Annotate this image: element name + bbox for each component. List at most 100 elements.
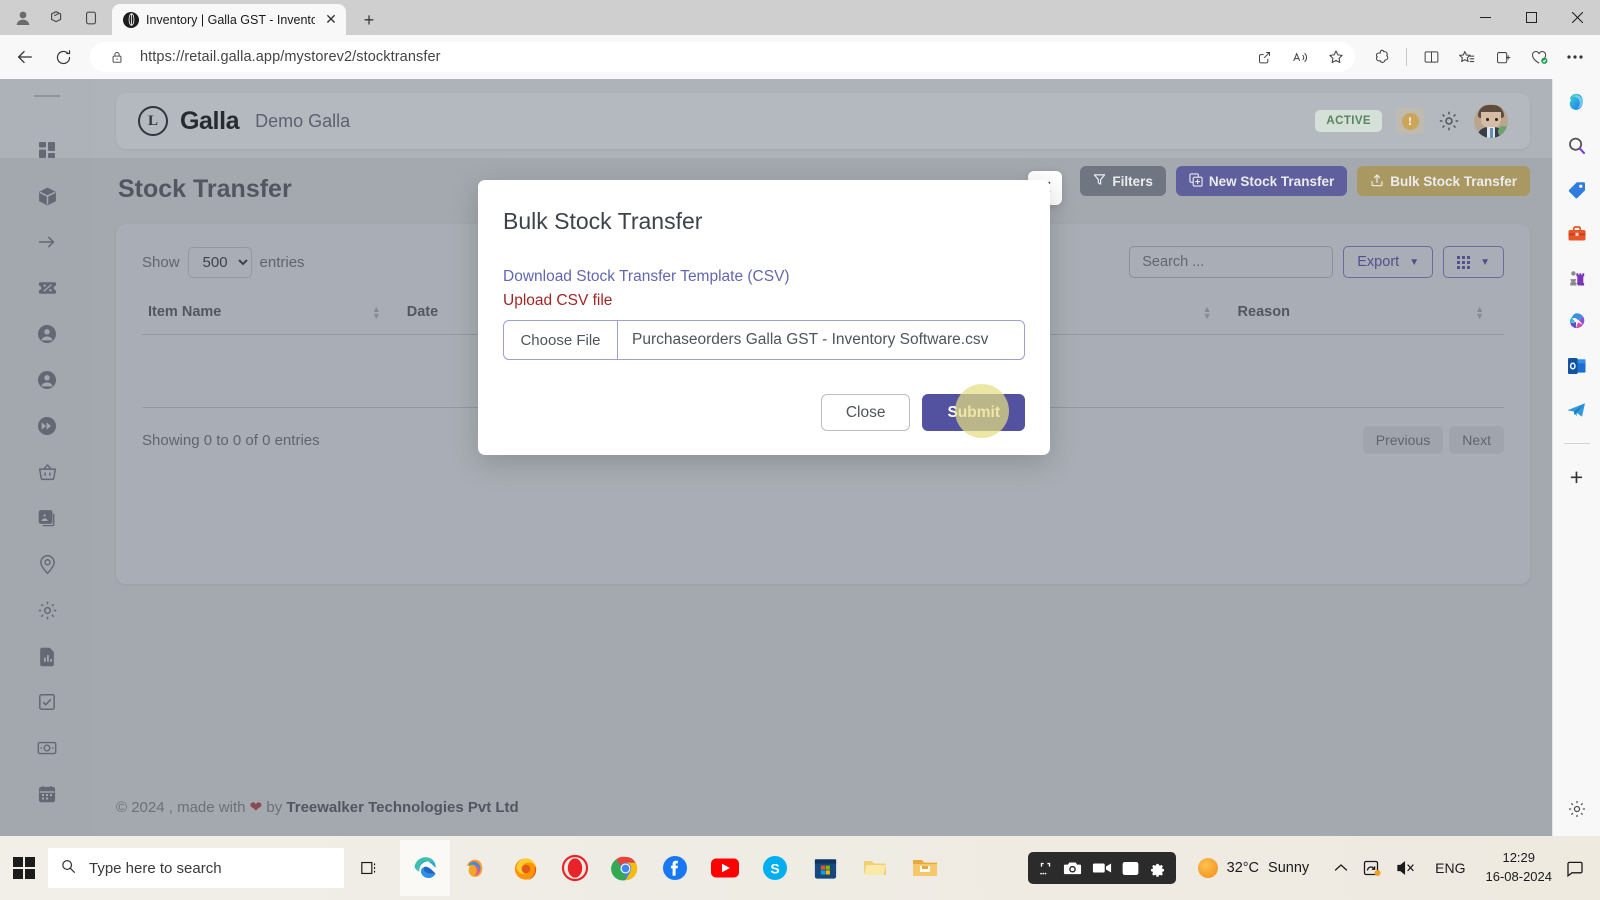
add-sidebar-app-button[interactable]: + bbox=[1562, 462, 1592, 492]
start-button[interactable] bbox=[0, 836, 48, 900]
clock-time: 12:29 bbox=[1502, 850, 1536, 866]
microsoft-365-icon[interactable] bbox=[1562, 307, 1592, 337]
galla-logo-icon: L bbox=[138, 106, 168, 136]
topbar-right: ACTIVE ! bbox=[1315, 104, 1508, 138]
tools-icon[interactable] bbox=[1562, 219, 1592, 249]
status-badge: ACTIVE bbox=[1315, 110, 1382, 132]
gear-icon[interactable] bbox=[1438, 110, 1460, 132]
telegram-icon[interactable] bbox=[1562, 395, 1592, 425]
sun-icon bbox=[1197, 858, 1218, 878]
weather-widget[interactable]: 32°C Sunny bbox=[1197, 858, 1310, 878]
taskbar-app-folder-yellow[interactable] bbox=[850, 840, 900, 896]
task-view-button[interactable] bbox=[344, 859, 396, 877]
games-icon[interactable] bbox=[1562, 263, 1592, 293]
capture-settings-gear-icon[interactable] bbox=[1149, 860, 1166, 877]
file-upload-field[interactable]: Choose File Purchaseorders Galla GST - I… bbox=[503, 320, 1025, 360]
favorites-list-icon[interactable] bbox=[1450, 40, 1484, 74]
weather-temperature: 32°C bbox=[1226, 860, 1260, 876]
tab-favicon-icon bbox=[123, 11, 139, 28]
selected-file-name: Purchaseorders Galla GST - Inventory Sof… bbox=[632, 331, 989, 348]
reload-icon[interactable] bbox=[46, 40, 80, 74]
screenshot-camera-icon[interactable] bbox=[1063, 860, 1082, 876]
tab-actions-icon[interactable] bbox=[74, 1, 108, 35]
taskbar-app-list: S bbox=[400, 840, 950, 896]
edge-sidebar: + bbox=[1552, 79, 1600, 836]
window-maximize-button[interactable] bbox=[1508, 0, 1554, 35]
web-page: L Galla Demo Galla ACTIVE ! Stock Transf… bbox=[0, 79, 1552, 836]
show-hidden-icons-chevron-icon[interactable] bbox=[1327, 863, 1355, 873]
sidebar-settings-icon[interactable] bbox=[1562, 794, 1592, 824]
download-template-link[interactable]: Download Stock Transfer Template (CSV) bbox=[503, 268, 1025, 286]
sidebar-collapse-handle[interactable] bbox=[34, 95, 60, 97]
notification-center-icon[interactable] bbox=[1562, 860, 1594, 877]
modal-title: Bulk Stock Transfer bbox=[503, 208, 703, 234]
taskbar-app-chrome[interactable] bbox=[600, 840, 650, 896]
taskbar-search-box[interactable]: Type here to search bbox=[48, 848, 344, 888]
read-aloud-icon[interactable] bbox=[1287, 44, 1313, 70]
tab-strip: Inventory | Galla GST - Inventory ✕ + bbox=[0, 0, 1600, 35]
copilot-icon[interactable] bbox=[1562, 87, 1592, 117]
workspaces-icon[interactable] bbox=[40, 1, 74, 35]
weather-description: Sunny bbox=[1268, 860, 1310, 876]
choose-file-button[interactable]: Choose File bbox=[504, 321, 618, 359]
taskbar-app-microsoft-edge[interactable] bbox=[400, 840, 450, 896]
warning-button[interactable]: ! bbox=[1396, 108, 1424, 134]
split-screen-icon[interactable] bbox=[1414, 40, 1448, 74]
window-minimize-button[interactable] bbox=[1462, 0, 1508, 35]
browser-health-icon[interactable] bbox=[1522, 40, 1556, 74]
search-icon bbox=[60, 858, 77, 879]
taskbar-app-copilot[interactable] bbox=[450, 840, 500, 896]
onedrive-sync-icon[interactable] bbox=[1355, 859, 1389, 877]
back-arrow-icon[interactable] bbox=[8, 40, 42, 74]
avatar[interactable] bbox=[1474, 104, 1508, 138]
taskbar-app-firefox[interactable] bbox=[500, 840, 550, 896]
screen-capture-toolbar bbox=[1027, 852, 1176, 884]
brand-name: Galla bbox=[180, 106, 240, 135]
taskbar-app-opera[interactable] bbox=[550, 840, 600, 896]
brand[interactable]: L Galla Demo Galla bbox=[138, 106, 350, 136]
screen-record-icon[interactable] bbox=[1092, 861, 1112, 875]
favorite-star-icon[interactable] bbox=[1323, 44, 1349, 70]
taskbar-app-file-explorer[interactable] bbox=[900, 840, 950, 896]
address-bar[interactable]: https://retail.galla.app/mystorev2/stock… bbox=[90, 42, 1355, 72]
taskbar-app-facebook[interactable] bbox=[650, 840, 700, 896]
app-topbar: L Galla Demo Galla ACTIVE ! bbox=[116, 93, 1530, 149]
window-controls bbox=[1462, 0, 1600, 35]
new-tab-button[interactable]: + bbox=[354, 5, 384, 35]
window-close-button[interactable] bbox=[1554, 0, 1600, 35]
store-name: Demo Galla bbox=[255, 110, 351, 131]
profile-avatar-icon[interactable] bbox=[6, 1, 40, 35]
window-capture-icon[interactable] bbox=[1122, 861, 1139, 876]
toolbar-separator bbox=[1406, 48, 1407, 66]
shopping-tag-icon[interactable] bbox=[1562, 175, 1592, 205]
modal-close-button[interactable]: Close bbox=[820, 394, 911, 431]
taskbar-app-youtube[interactable] bbox=[700, 840, 750, 896]
search-icon[interactable] bbox=[1562, 131, 1592, 161]
capture-mode-icon[interactable] bbox=[1038, 861, 1053, 876]
browser-tab[interactable]: Inventory | Galla GST - Inventory ✕ bbox=[112, 4, 346, 35]
tab-close-icon[interactable]: ✕ bbox=[322, 11, 340, 29]
svg-text:S: S bbox=[770, 861, 779, 877]
address-bar-url: https://retail.galla.app/mystorev2/stock… bbox=[140, 49, 441, 65]
browser-window: Inventory | Galla GST - Inventory ✕ + ht… bbox=[0, 0, 1600, 836]
toolbar-right-icons bbox=[1365, 40, 1592, 74]
clock[interactable]: 12:29 16-08-2024 bbox=[1476, 849, 1563, 887]
taskbar-app-skype[interactable]: S bbox=[750, 840, 800, 896]
outlook-icon[interactable] bbox=[1562, 351, 1592, 381]
lock-icon bbox=[104, 44, 130, 70]
settings-more-icon[interactable] bbox=[1558, 40, 1592, 74]
windows-taskbar: Type here to search S 32°C Sunny ENG 12:… bbox=[0, 836, 1600, 900]
clock-date: 16-08-2024 bbox=[1485, 869, 1553, 884]
open-in-app-icon[interactable] bbox=[1251, 44, 1277, 70]
browser-essentials-icon[interactable] bbox=[1365, 40, 1399, 74]
taskbar-app-microsoft-store[interactable] bbox=[800, 840, 850, 896]
language-indicator[interactable]: ENG bbox=[1425, 860, 1475, 876]
windows-logo-icon bbox=[12, 856, 36, 880]
click-indicator bbox=[955, 384, 1009, 438]
volume-muted-icon[interactable] bbox=[1389, 860, 1425, 876]
upload-csv-label: Upload CSV file bbox=[503, 292, 613, 309]
system-tray: 32°C Sunny ENG 12:29 16-08-2024 bbox=[1027, 849, 1600, 887]
collections-icon[interactable] bbox=[1486, 40, 1520, 74]
browser-toolbar: https://retail.galla.app/mystorev2/stock… bbox=[0, 35, 1600, 79]
sidebar-divider bbox=[1563, 443, 1590, 444]
